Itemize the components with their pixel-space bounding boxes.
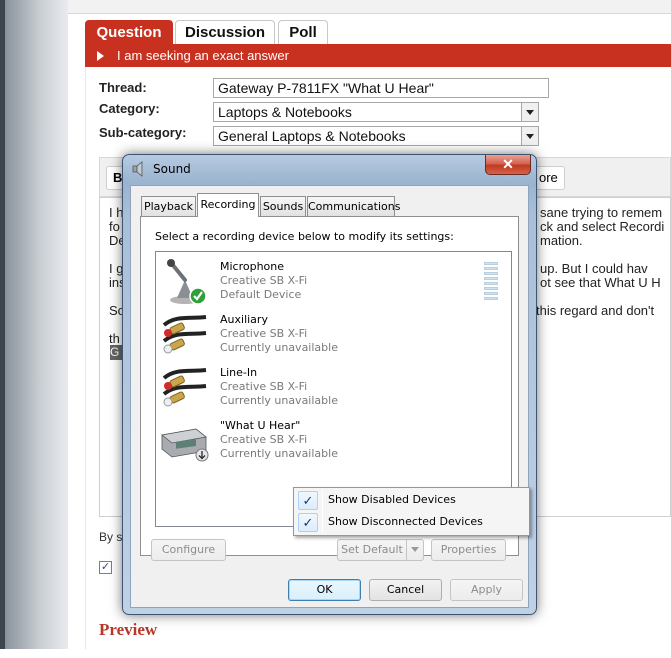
body-line-right: ck and select Recordi — [540, 219, 665, 234]
subcategory-label: Sub-category: — [99, 125, 187, 140]
sound-card-icon — [161, 428, 209, 462]
expand-triangle-icon — [97, 51, 104, 61]
menu-item-label: Show Disabled Devices — [328, 493, 456, 506]
rca-cable-icon — [162, 315, 207, 354]
device-driver: Creative SB X-Fi — [220, 327, 308, 340]
body-line-right: mation. — [540, 233, 583, 248]
close-icon: ✕ — [502, 156, 514, 172]
dialog-title: Sound — [153, 162, 191, 176]
device-status: Currently unavailable — [220, 394, 338, 407]
dialog-client: Playback Recording Sounds Communications… — [130, 185, 529, 608]
thread-input[interactable]: Gateway P-7811FX "What U Hear" — [213, 78, 549, 98]
tab-question[interactable]: Question — [85, 20, 173, 44]
ok-button[interactable]: OK — [288, 579, 361, 601]
device-item-microphone[interactable]: Microphone Creative SB X-Fi Default Devi… — [156, 256, 498, 308]
device-name: Auxiliary — [220, 313, 268, 326]
device-name: "What U Hear" — [220, 419, 301, 432]
speaker-icon — [132, 161, 143, 177]
notify-checkbox[interactable]: ✓ — [99, 561, 112, 574]
device-status: Currently unavailable — [220, 447, 338, 460]
subcategory-select[interactable]: General Laptops & Notebooks — [213, 126, 539, 146]
apply-button[interactable]: Apply — [450, 579, 523, 601]
configure-button[interactable]: Configure — [151, 539, 226, 561]
tab-communications[interactable]: Communications — [307, 196, 400, 216]
chevron-down-icon[interactable] — [521, 127, 538, 145]
instruction-text: Select a recording device below to modif… — [155, 230, 454, 243]
body-line: fo — [109, 219, 120, 234]
menu-item-show-disconnected[interactable]: ✓ Show Disconnected Devices — [296, 512, 527, 533]
cancel-button[interactable]: Cancel — [369, 579, 442, 601]
device-name: Line-In — [220, 366, 258, 379]
menu-item-label: Show Disconnected Devices — [328, 515, 483, 528]
properties-button[interactable]: Properties — [431, 539, 506, 561]
microphone-icon — [167, 259, 207, 305]
body-line: th — [109, 331, 120, 346]
body-line-right: this regard and don't — [536, 303, 655, 318]
device-name: Microphone — [220, 260, 285, 273]
device-driver: Creative SB X-Fi — [220, 433, 308, 446]
checkmark-icon: ✓ — [298, 491, 318, 510]
preview-heading: Preview — [99, 620, 158, 639]
category-select[interactable]: Laptops & Notebooks — [213, 102, 539, 122]
by-text: By s — [99, 530, 123, 544]
set-default-dropdown[interactable] — [406, 539, 424, 561]
device-driver: Creative SB X-Fi — [220, 380, 308, 393]
window-left-edge — [0, 0, 68, 649]
thread-label: Thread: — [99, 80, 147, 95]
recording-device-list[interactable]: Microphone Creative SB X-Fi Default Devi… — [155, 251, 512, 527]
seeking-answer-text: I am seeking an exact answer — [117, 48, 289, 63]
seeking-answer-bar[interactable]: I am seeking an exact answer — [85, 44, 671, 67]
tab-recording[interactable]: Recording — [197, 193, 259, 217]
device-item-auxiliary[interactable]: Auxiliary Creative SB X-Fi Currently una… — [156, 309, 496, 361]
close-button[interactable]: ✕ — [485, 155, 531, 175]
device-status: Default Device — [220, 288, 302, 301]
subcategory-value: General Laptops & Notebooks — [218, 128, 406, 144]
tab-sounds[interactable]: Sounds — [260, 196, 306, 216]
browser-top-strip — [0, 0, 671, 14]
sound-dialog: Sound ✕ Playback Recording Sounds Commun… — [122, 154, 537, 615]
body-line-right: sane trying to remem — [540, 205, 663, 220]
device-context-menu: ✓ Show Disabled Devices ✓ Show Disconnec… — [293, 487, 530, 536]
tab-poll[interactable]: Poll — [278, 20, 328, 44]
category-label: Category: — [99, 101, 160, 116]
tab-discussion[interactable]: Discussion — [175, 20, 275, 44]
tab-playback[interactable]: Playback — [141, 196, 196, 216]
rca-cable-icon — [162, 368, 207, 407]
body-line-right: up. But I could hav — [540, 261, 648, 276]
checkmark-icon: ✓ — [298, 513, 318, 532]
menu-item-show-disabled[interactable]: ✓ Show Disabled Devices — [296, 490, 527, 511]
chevron-down-icon[interactable] — [521, 103, 538, 121]
device-item-what-u-hear[interactable]: "What U Hear" Creative SB X-Fi Currently… — [156, 415, 496, 467]
set-default-button[interactable]: Set Default — [337, 539, 407, 561]
device-item-line-in[interactable]: Line-In Creative SB X-Fi Currently unava… — [156, 362, 496, 414]
level-meter — [484, 262, 498, 302]
chevron-down-icon — [411, 547, 419, 552]
body-line-right: ot see that What U H — [540, 275, 661, 290]
device-driver: Creative SB X-Fi — [220, 274, 308, 287]
category-value: Laptops & Notebooks — [218, 104, 352, 120]
device-status: Currently unavailable — [220, 341, 338, 354]
